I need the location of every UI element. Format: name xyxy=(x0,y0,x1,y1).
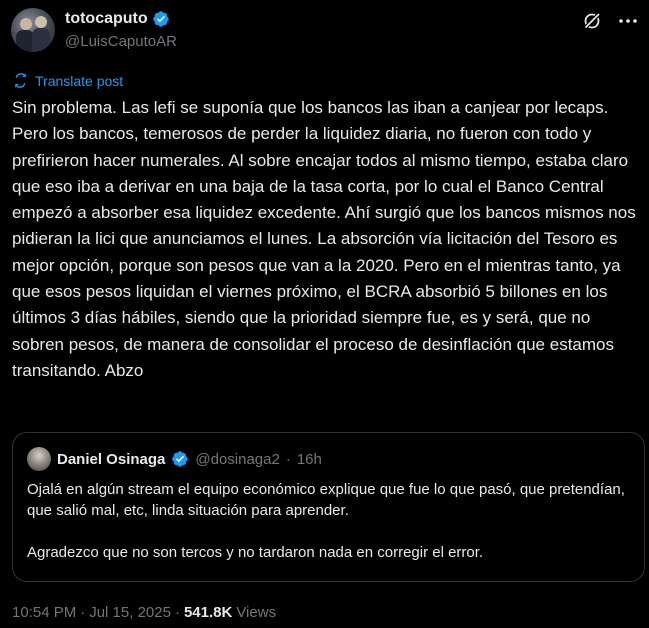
quoted-separator: · xyxy=(285,450,291,468)
grok-icon-glyph xyxy=(583,12,601,30)
avatar-face-left xyxy=(20,18,32,30)
views-label: Views xyxy=(236,604,277,621)
more-dots-glyph xyxy=(619,19,637,23)
translate-label[interactable]: Translate post xyxy=(35,73,123,89)
post-text: Sin problema. Las lefi se suponía que lo… xyxy=(12,98,636,380)
post-time[interactable]: 10:54 PM xyxy=(12,604,76,621)
author-display-name[interactable]: totocaputo xyxy=(65,10,148,28)
author-names: totocaputo @LuisCaputoAR xyxy=(65,10,177,50)
post-date[interactable]: Jul 15, 2025 xyxy=(89,604,171,621)
quoted-post-time[interactable]: 16h xyxy=(297,451,322,468)
verified-badge-icon xyxy=(172,451,189,467)
meta-separator: · xyxy=(174,604,180,621)
grok-icon[interactable] xyxy=(581,10,603,32)
header-actions xyxy=(581,10,639,32)
post-meta: 10:54 PM · Jul 15, 2025 · 541.8K Views xyxy=(12,604,276,621)
author-handle[interactable]: @LuisCaputoAR xyxy=(65,33,177,50)
views-count: 541.8K xyxy=(183,604,233,621)
meta-separator: · xyxy=(80,604,86,621)
quoted-paragraph-1: Ojalá en algún stream el equipo económic… xyxy=(27,481,625,519)
avatar-figure-right xyxy=(32,28,50,52)
quoted-post-text: Ojalá en algún stream el equipo económic… xyxy=(27,479,627,563)
quoted-paragraph-2: Agradezco que no son tercos y no tardaro… xyxy=(27,544,484,561)
quoted-post[interactable]: Daniel Osinaga @dosinaga2 · 16h Ojalá en… xyxy=(12,432,645,582)
more-dots-icon[interactable] xyxy=(617,10,639,32)
post-header: totocaputo @LuisCaputoAR xyxy=(11,8,639,56)
author-name-row[interactable]: totocaputo xyxy=(65,10,177,28)
quoted-author-avatar[interactable] xyxy=(27,447,51,471)
author-avatar[interactable] xyxy=(11,8,55,52)
translate-post-link[interactable]: Translate post xyxy=(12,72,123,89)
quoted-post-header: Daniel Osinaga @dosinaga2 · 16h xyxy=(27,447,322,471)
translate-icon xyxy=(15,73,26,88)
quoted-author-name[interactable]: Daniel Osinaga xyxy=(57,451,165,468)
verified-badge-icon xyxy=(152,11,169,27)
quoted-author-handle[interactable]: @dosinaga2 xyxy=(195,451,279,468)
avatar-face-right xyxy=(35,16,47,28)
